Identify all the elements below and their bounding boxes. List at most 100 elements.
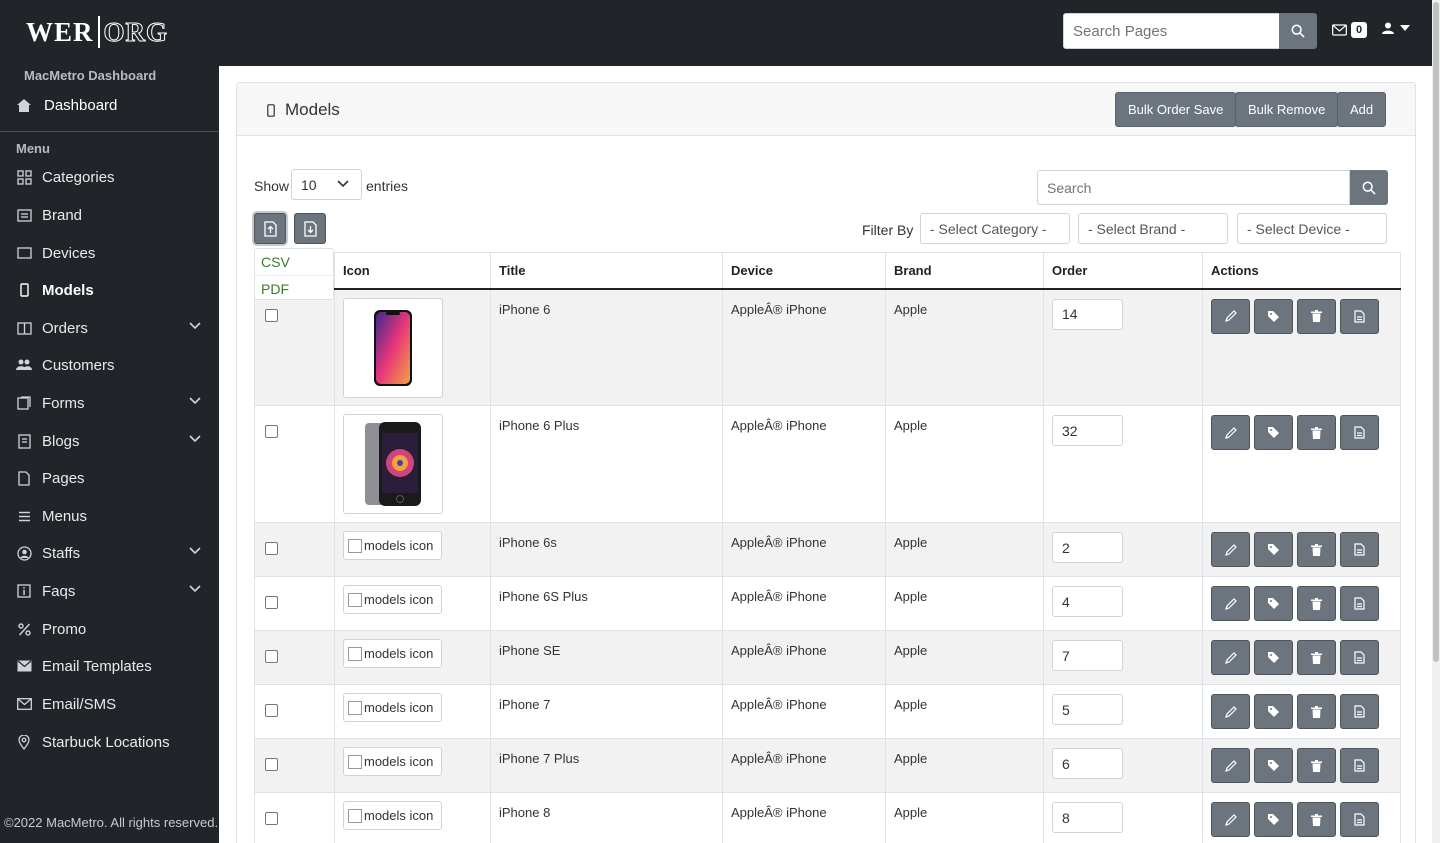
tag-button[interactable]: [1254, 640, 1293, 675]
column-header-device[interactable]: Device: [722, 252, 886, 290]
order-input[interactable]: [1052, 586, 1123, 617]
brand-filter-select[interactable]: - Select Brand -: [1078, 213, 1228, 244]
sidebar-item-menus[interactable]: Menus: [0, 500, 219, 532]
sidebar-item-starbuck-locations[interactable]: Starbuck Locations: [0, 726, 219, 758]
sidebar-item-orders[interactable]: Orders: [0, 312, 219, 344]
row-checkbox[interactable]: [265, 704, 278, 717]
broken-image-icon: [348, 538, 362, 553]
edit-button[interactable]: [1211, 586, 1250, 621]
row-checkbox[interactable]: [265, 596, 278, 609]
table-search-button[interactable]: [1350, 170, 1388, 205]
order-input[interactable]: [1052, 802, 1123, 833]
tag-button[interactable]: [1254, 748, 1293, 783]
delete-button[interactable]: [1297, 694, 1336, 729]
edit-button[interactable]: [1211, 694, 1250, 729]
column-header-title[interactable]: Title: [490, 252, 723, 290]
document-button[interactable]: [1340, 586, 1379, 621]
column-header-icon[interactable]: Icon: [334, 252, 491, 290]
column-header-brand[interactable]: Brand: [885, 252, 1044, 290]
delete-button[interactable]: [1297, 532, 1336, 567]
grid-icon: [16, 169, 32, 185]
tag-button[interactable]: [1254, 694, 1293, 729]
sidebar-item-forms[interactable]: Forms: [0, 387, 219, 419]
order-input[interactable]: [1052, 640, 1123, 671]
row-checkbox[interactable]: [265, 758, 278, 771]
tag-button[interactable]: [1254, 586, 1293, 621]
tag-button[interactable]: [1254, 415, 1293, 450]
bulk-remove-button[interactable]: Bulk Remove: [1235, 92, 1339, 127]
document-button[interactable]: [1340, 298, 1379, 334]
sidebar-item-blogs[interactable]: Blogs: [0, 425, 219, 457]
category-filter-select[interactable]: - Select Category -: [920, 213, 1070, 244]
export-csv-option[interactable]: CSV: [255, 249, 333, 275]
sidebar-item-categories[interactable]: Categories: [0, 161, 219, 193]
edit-button[interactable]: [1211, 532, 1250, 567]
delete-button[interactable]: [1297, 298, 1336, 334]
edit-button[interactable]: [1211, 640, 1250, 675]
edit-button[interactable]: [1211, 748, 1250, 783]
edit-button[interactable]: [1211, 415, 1250, 450]
iphone-se-image: [365, 422, 421, 506]
device-filter-select[interactable]: - Select Device -: [1237, 213, 1387, 244]
document-button[interactable]: [1340, 640, 1379, 675]
delete-button[interactable]: [1297, 586, 1336, 621]
document-button[interactable]: [1340, 532, 1379, 567]
journal-icon: [16, 433, 32, 449]
bulk-order-save-button[interactable]: Bulk Order Save: [1115, 92, 1237, 127]
delete-button[interactable]: [1297, 748, 1336, 783]
messages-button[interactable]: 0: [1332, 22, 1368, 38]
sidebar-item-brand[interactable]: Brand: [0, 199, 219, 231]
pencil-icon: [1224, 651, 1237, 664]
table-search-input[interactable]: [1037, 170, 1350, 205]
edit-button[interactable]: [1211, 802, 1250, 837]
order-input[interactable]: [1052, 694, 1123, 725]
sidebar-item-pages[interactable]: Pages: [0, 462, 219, 494]
sidebar-item-customers[interactable]: Customers: [0, 349, 219, 381]
export-pdf-option[interactable]: PDF: [255, 275, 333, 301]
edit-button[interactable]: [1211, 298, 1250, 334]
sidebar-item-staffs[interactable]: Staffs: [0, 537, 219, 569]
top-navbar: WER ORG 0: [0, 0, 1440, 66]
tag-button[interactable]: [1254, 298, 1293, 334]
delete-button[interactable]: [1297, 802, 1336, 837]
sidebar-item-email-templates[interactable]: Email Templates: [0, 650, 219, 682]
main-content: Models Bulk Order Save Bulk Remove Add S…: [219, 66, 1432, 843]
row-checkbox[interactable]: [265, 308, 278, 322]
add-button[interactable]: Add: [1337, 92, 1387, 127]
order-input[interactable]: [1052, 415, 1123, 446]
site-logo[interactable]: WER ORG: [26, 14, 168, 50]
tag-button[interactable]: [1254, 802, 1293, 837]
row-checkbox[interactable]: [265, 425, 278, 438]
row-checkbox[interactable]: [265, 812, 278, 825]
document-button[interactable]: [1340, 748, 1379, 783]
entries-per-page-select[interactable]: 10: [291, 169, 362, 200]
sidebar-item-dashboard[interactable]: Dashboard: [0, 88, 219, 122]
import-button[interactable]: [294, 213, 326, 244]
tag-button[interactable]: [1254, 532, 1293, 567]
row-checkbox[interactable]: [265, 650, 278, 663]
broken-image-icon: [348, 592, 362, 607]
row-checkbox[interactable]: [265, 542, 278, 555]
sidebar-item-faqs[interactable]: Faqs: [0, 575, 219, 607]
document-button[interactable]: [1340, 694, 1379, 729]
delete-button[interactable]: [1297, 415, 1336, 450]
sidebar-item-promo[interactable]: Promo: [0, 613, 219, 645]
document-button[interactable]: [1340, 802, 1379, 837]
export-button[interactable]: [254, 213, 286, 244]
models-table: Icon Title Device Brand Order Actions iP…: [254, 252, 1401, 843]
delete-button[interactable]: [1297, 640, 1336, 675]
page-search-input[interactable]: [1063, 13, 1280, 49]
document-button[interactable]: [1340, 415, 1379, 450]
user-menu[interactable]: [1382, 22, 1410, 34]
order-input[interactable]: [1052, 298, 1123, 330]
sidebar-item-email-sms[interactable]: Email/SMS: [0, 688, 219, 720]
order-input[interactable]: [1052, 532, 1123, 563]
sidebar-item-models[interactable]: Models: [0, 274, 219, 306]
sidebar-item-label: Orders: [42, 319, 88, 337]
tag-icon: [1268, 760, 1279, 771]
order-input[interactable]: [1052, 748, 1123, 779]
page-search-button[interactable]: [1279, 13, 1317, 49]
page-scrollbar-thumb[interactable]: [1433, 2, 1439, 662]
sidebar-item-devices[interactable]: Devices: [0, 237, 219, 269]
column-header-order[interactable]: Order: [1043, 252, 1203, 290]
